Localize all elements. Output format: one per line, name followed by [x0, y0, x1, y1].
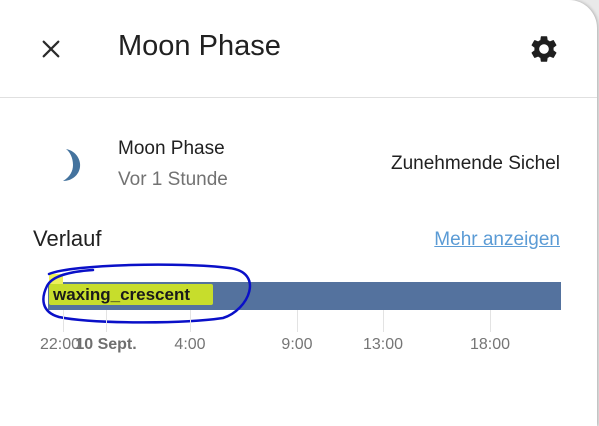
entity-name: Moon Phase [118, 138, 225, 159]
close-button[interactable] [28, 26, 74, 72]
moon-waxing-crescent-icon [63, 149, 81, 181]
header-divider [0, 97, 597, 98]
tick-label: 22:00 [39, 336, 81, 353]
entity-row: Moon Phase Vor 1 Stunde Zunehmende Siche… [0, 130, 597, 200]
tick-line [297, 310, 298, 332]
settings-button[interactable] [521, 26, 567, 72]
tick-label: 10 Sept. [75, 336, 137, 353]
more-link[interactable]: Mehr anzeigen [434, 229, 560, 251]
tick-label: 4:00 [174, 336, 206, 353]
close-icon [42, 40, 60, 58]
history-title: Verlauf [33, 226, 102, 251]
tick-line [490, 310, 491, 332]
tick-label: 18:00 [469, 336, 511, 353]
history-timeline: waxing_crescent 22:00 10 Sept. 4:00 9:00… [33, 262, 561, 362]
gear-icon [531, 36, 557, 62]
tick-label: 9:00 [281, 336, 313, 353]
more-info-dialog: Moon Phase Moon Phase Vor 1 Stunde Zuneh… [0, 0, 597, 426]
tick-line [63, 310, 64, 332]
tick-line [190, 310, 191, 332]
dialog-title: Moon Phase [118, 30, 281, 62]
last-changed: Vor 1 Stunde [118, 169, 228, 190]
entity-state: Zunehmende Sichel [391, 153, 560, 174]
tick-label: 13:00 [362, 336, 404, 353]
tick-line [383, 310, 384, 332]
dialog-header: Moon Phase [0, 0, 597, 97]
tick-line [106, 310, 107, 332]
hand-drawn-circle [42, 263, 252, 324]
